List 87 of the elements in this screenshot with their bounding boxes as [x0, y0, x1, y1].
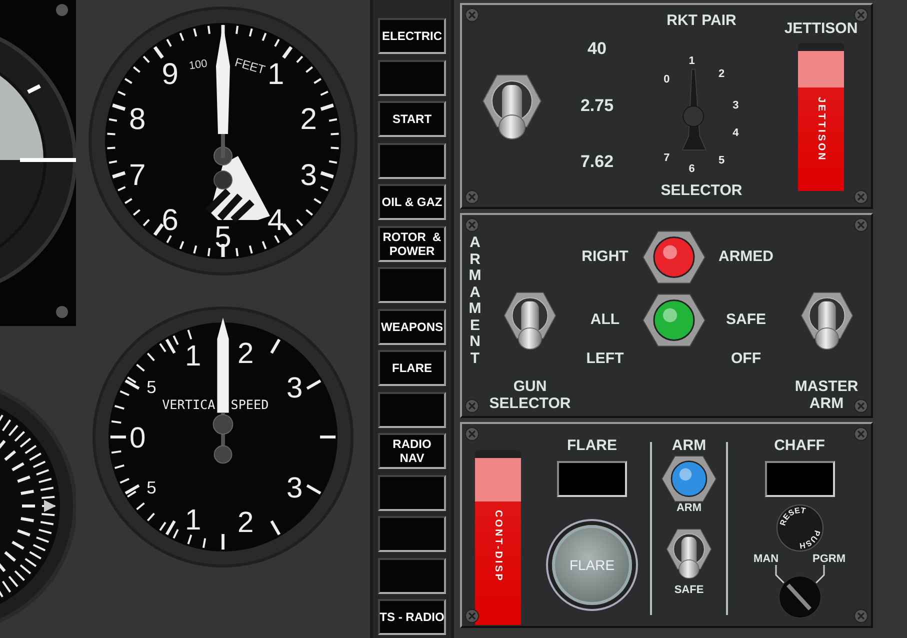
chaff-counter-display: [764, 460, 834, 496]
vertical-speed-numeral: 5: [146, 477, 156, 498]
altimeter-unit-label: FEET: [233, 55, 267, 77]
position-label: LEFT: [586, 351, 624, 368]
selector-title: RKT PAIR: [666, 13, 736, 30]
selector-label: SELECTOR: [660, 182, 742, 199]
switch-value-label: 40: [588, 40, 606, 59]
screw-icon: [854, 399, 868, 413]
screw-icon: [465, 218, 479, 232]
vertical-speed-numeral: 0: [130, 422, 146, 454]
selector-position-label: 5: [718, 154, 724, 166]
arm-title: ARM: [672, 438, 706, 454]
switch-label: MASTER ARM: [794, 379, 858, 412]
indicator-light: [642, 292, 706, 348]
guarded-switch[interactable]: CONT-DISP: [475, 450, 521, 625]
blank-button[interactable]: [378, 474, 446, 510]
vertical-speed-numeral: 1: [185, 504, 202, 537]
selector-position-label: 2: [718, 68, 724, 80]
altimeter-numeral: 8: [129, 103, 146, 136]
vertical-speed-label: SPEED: [230, 396, 269, 412]
altimeter-numeral: 7: [129, 158, 146, 192]
blank-button[interactable]: [378, 267, 446, 303]
screw-icon: [465, 190, 479, 204]
altimeter-numeral: 3: [300, 158, 317, 192]
system-page-button[interactable]: ELECTRIC: [378, 18, 446, 54]
selector-position-label: 6: [688, 162, 694, 174]
selector-position-label: 7: [663, 151, 670, 164]
system-page-button[interactable]: WEAPONS: [378, 308, 446, 344]
indicator-light: [661, 454, 717, 502]
screw-icon: [854, 8, 868, 22]
jettison-title: JETTISON: [784, 20, 858, 38]
mode-label: MAN: [753, 552, 779, 565]
blank-button[interactable]: [378, 558, 446, 594]
altimeter-numeral: 9: [162, 58, 178, 92]
blank-button[interactable]: [378, 392, 446, 428]
switch-label: GUN SELECTOR: [489, 379, 571, 412]
vertical-speed-numeral: 3: [286, 372, 303, 404]
position-label: ARMED: [718, 248, 774, 266]
screw-icon: [465, 8, 479, 22]
altimeter-scale-label: 100: [188, 58, 208, 72]
screw-icon: [854, 609, 868, 623]
selector-position-label: 1: [688, 54, 694, 66]
blank-button[interactable]: [378, 60, 446, 96]
vertical-speed-numeral: 2: [238, 338, 254, 370]
position-label: OFF: [731, 351, 761, 368]
vertical-speed-label: VERTICA: [162, 396, 216, 412]
selector-position-label: 4: [732, 126, 738, 138]
flare-title: FLARE: [567, 438, 617, 454]
position-label: ALL: [590, 312, 620, 328]
light-label: ARM: [676, 502, 702, 514]
vertical-speed-numeral: 5: [146, 377, 156, 398]
system-page-button[interactable]: FLARE: [378, 350, 446, 386]
selector-position-label: 0: [663, 73, 670, 86]
switch-value-label: 2.75: [580, 96, 614, 116]
chaff-title: CHAFF: [774, 438, 825, 454]
system-page-button[interactable]: ROTOR & POWER: [378, 226, 446, 262]
vertical-speed-numeral: 2: [238, 506, 254, 539]
screw-icon: [465, 427, 479, 441]
panel-title: ARMAMENT: [468, 235, 482, 367]
indicator-light: [642, 230, 706, 284]
screw-icon: [854, 190, 868, 204]
switch-value-label: 7.62: [580, 153, 614, 172]
vertical-speed-numeral: 1: [185, 340, 202, 372]
altimeter-numeral: 4: [268, 204, 284, 237]
position-label: RIGHT: [582, 248, 628, 266]
guarded-switch[interactable]: JETTISON: [798, 43, 844, 192]
system-page-button[interactable]: RADIO NAV: [378, 433, 446, 469]
altimeter-numeral: 2: [300, 103, 317, 136]
altimeter-numeral: 1: [268, 58, 284, 92]
altimeter-hand: [204, 156, 270, 224]
position-label: SAFE: [726, 312, 766, 328]
mode-label: PGRM: [812, 552, 846, 565]
vertical-speed-numeral: 3: [286, 472, 303, 505]
flare-counter-display: [557, 460, 627, 496]
system-page-button[interactable]: START: [378, 101, 446, 137]
rotary-selector[interactable]: 1 0 2 3 4 7 5 6: [636, 34, 766, 178]
blank-button[interactable]: [378, 142, 446, 178]
switch-label: SAFE: [674, 584, 704, 596]
system-page-button[interactable]: TS - RADIO: [378, 599, 446, 635]
screw-icon: [854, 218, 868, 232]
screw-icon: [854, 427, 868, 441]
screw-icon: [465, 609, 479, 623]
altimeter-numeral: 6: [162, 204, 178, 237]
selector-position-label: 3: [732, 98, 738, 111]
blank-button[interactable]: [378, 516, 446, 552]
system-page-button[interactable]: OIL & GAZ: [378, 184, 446, 220]
screw-icon: [465, 399, 479, 413]
